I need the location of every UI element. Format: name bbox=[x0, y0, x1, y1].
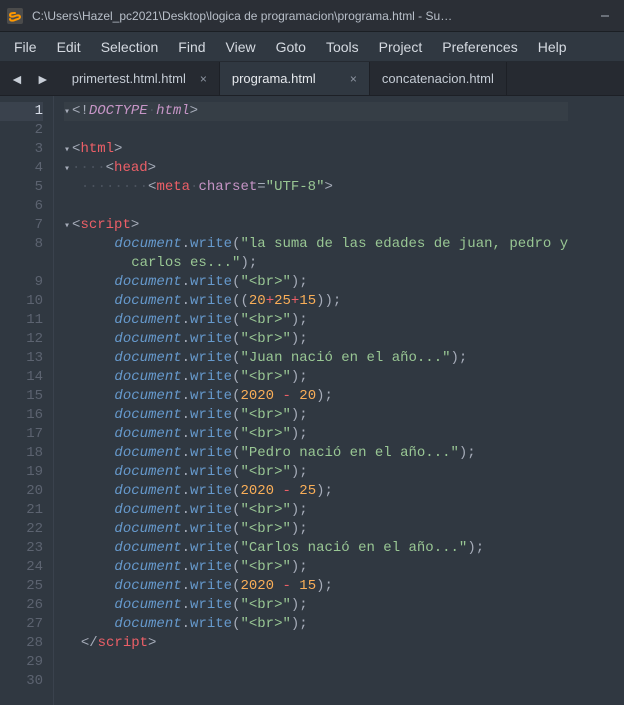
line-number: 17 bbox=[0, 425, 43, 444]
line-number: 21 bbox=[0, 501, 43, 520]
code-line[interactable]: </script> bbox=[64, 634, 568, 653]
code-line[interactable]: document.write("Carlos nació en el año..… bbox=[64, 539, 568, 558]
line-number: 23 bbox=[0, 539, 43, 558]
code-line[interactable]: document.write("Juan nació en el año..."… bbox=[64, 349, 568, 368]
code-area[interactable]: ▾<!DOCTYPE·html> ▾<html>▾····<head> ····… bbox=[54, 96, 568, 705]
code-line[interactable]: document.write("<br>"); bbox=[64, 501, 568, 520]
line-number: 25 bbox=[0, 577, 43, 596]
tab-back-button[interactable]: ◄ bbox=[6, 69, 28, 89]
code-line[interactable] bbox=[64, 653, 568, 672]
line-number: 16 bbox=[0, 406, 43, 425]
fold-icon[interactable]: ▾ bbox=[64, 160, 70, 179]
line-number: 11 bbox=[0, 311, 43, 330]
line-number: 15 bbox=[0, 387, 43, 406]
tab-primertest-html-html[interactable]: primertest.html.html × bbox=[60, 62, 220, 95]
line-number: 4 bbox=[0, 159, 43, 178]
tab-nav: ◄ ► bbox=[0, 62, 60, 95]
line-number: 29 bbox=[0, 653, 43, 672]
fold-icon[interactable]: ▾ bbox=[64, 217, 70, 236]
menu-preferences[interactable]: Preferences bbox=[432, 35, 527, 59]
window-title: C:\Users\Hazel_pc2021\Desktop\logica de … bbox=[32, 9, 592, 23]
tab-label: programa.html bbox=[232, 71, 336, 86]
line-number: 14 bbox=[0, 368, 43, 387]
code-line[interactable]: ▾<html> bbox=[64, 140, 568, 159]
code-line[interactable]: document.write("<br>"); bbox=[64, 596, 568, 615]
window-controls bbox=[592, 6, 618, 26]
line-number: 2 bbox=[0, 121, 43, 140]
code-line[interactable]: document.write(2020 - 15); bbox=[64, 577, 568, 596]
line-number: 18 bbox=[0, 444, 43, 463]
line-number: 1 bbox=[0, 102, 43, 121]
line-number: 24 bbox=[0, 558, 43, 577]
line-number: 27 bbox=[0, 615, 43, 634]
code-line[interactable]: document.write("<br>"); bbox=[64, 463, 568, 482]
code-line[interactable]: ▾<script> bbox=[64, 216, 568, 235]
code-line[interactable]: document.write("<br>"); bbox=[64, 520, 568, 539]
code-line[interactable]: document.write("<br>"); bbox=[64, 406, 568, 425]
tab-forward-button[interactable]: ► bbox=[32, 69, 54, 89]
code-line[interactable]: document.write("<br>"); bbox=[64, 425, 568, 444]
code-line[interactable]: document.write("la suma de las edades de… bbox=[64, 235, 568, 273]
line-number: 9 bbox=[0, 273, 43, 292]
tab-label: concatenacion.html bbox=[382, 71, 494, 86]
code-line[interactable]: document.write((20+25+15)); bbox=[64, 292, 568, 311]
line-number: 10 bbox=[0, 292, 43, 311]
line-number: 22 bbox=[0, 520, 43, 539]
code-line[interactable]: document.write("<br>"); bbox=[64, 330, 568, 349]
menu-file[interactable]: File bbox=[4, 35, 47, 59]
code-line[interactable] bbox=[64, 197, 568, 216]
line-number: 3 bbox=[0, 140, 43, 159]
code-line[interactable]: document.write(2020 - 25); bbox=[64, 482, 568, 501]
menubar: FileEditSelectionFindViewGotoToolsProjec… bbox=[0, 32, 624, 62]
code-line[interactable]: ▾<!DOCTYPE·html> bbox=[64, 102, 568, 121]
fold-icon[interactable]: ▾ bbox=[64, 103, 70, 122]
line-number: 7 bbox=[0, 216, 43, 235]
line-number: 6 bbox=[0, 197, 43, 216]
minimize-button[interactable] bbox=[592, 6, 618, 26]
menu-edit[interactable]: Edit bbox=[47, 35, 91, 59]
code-line[interactable]: document.write("<br>"); bbox=[64, 558, 568, 577]
tabs-host: primertest.html.html × programa.html × conca… bbox=[60, 62, 624, 95]
line-number: 26 bbox=[0, 596, 43, 615]
code-line[interactable] bbox=[64, 121, 568, 140]
code-line[interactable]: document.write("Pedro nació en el año...… bbox=[64, 444, 568, 463]
tabbar: ◄ ► primertest.html.html × programa.html × c… bbox=[0, 62, 624, 96]
menu-find[interactable]: Find bbox=[168, 35, 215, 59]
menu-selection[interactable]: Selection bbox=[91, 35, 169, 59]
menu-tools[interactable]: Tools bbox=[316, 35, 369, 59]
line-number: 19 bbox=[0, 463, 43, 482]
line-number: 30 bbox=[0, 672, 43, 691]
editor[interactable]: 1234567891011121314151617181920212223242… bbox=[0, 96, 624, 705]
menu-view[interactable]: View bbox=[216, 35, 266, 59]
line-number: 20 bbox=[0, 482, 43, 501]
line-number: 28 bbox=[0, 634, 43, 653]
titlebar: C:\Users\Hazel_pc2021\Desktop\logica de … bbox=[0, 0, 624, 32]
code-line[interactable]: document.write(2020 - 20); bbox=[64, 387, 568, 406]
close-icon[interactable]: × bbox=[200, 72, 207, 86]
menu-goto[interactable]: Goto bbox=[266, 35, 316, 59]
code-line[interactable] bbox=[64, 672, 568, 691]
gutter: 1234567891011121314151617181920212223242… bbox=[0, 96, 54, 705]
line-number: 8 bbox=[0, 235, 43, 273]
line-number: 13 bbox=[0, 349, 43, 368]
line-number: 5 bbox=[0, 178, 43, 197]
app-logo-icon bbox=[6, 7, 24, 25]
tab-concatenacion-html[interactable]: concatenacion.html bbox=[370, 62, 507, 95]
menu-help[interactable]: Help bbox=[528, 35, 577, 59]
code-line[interactable]: document.write("<br>"); bbox=[64, 311, 568, 330]
tab-programa-html[interactable]: programa.html × bbox=[220, 62, 370, 95]
code-line[interactable]: document.write("<br>"); bbox=[64, 273, 568, 292]
menu-project[interactable]: Project bbox=[369, 35, 433, 59]
fold-icon[interactable]: ▾ bbox=[64, 141, 70, 160]
code-line[interactable]: ▾····<head> bbox=[64, 159, 568, 178]
code-line[interactable]: ········<meta·charset="UTF-8"> bbox=[64, 178, 568, 197]
code-line[interactable]: document.write("<br>"); bbox=[64, 615, 568, 634]
tab-label: primertest.html.html bbox=[72, 71, 186, 86]
line-number: 12 bbox=[0, 330, 43, 349]
code-line[interactable]: document.write("<br>"); bbox=[64, 368, 568, 387]
close-icon[interactable]: × bbox=[350, 72, 357, 86]
